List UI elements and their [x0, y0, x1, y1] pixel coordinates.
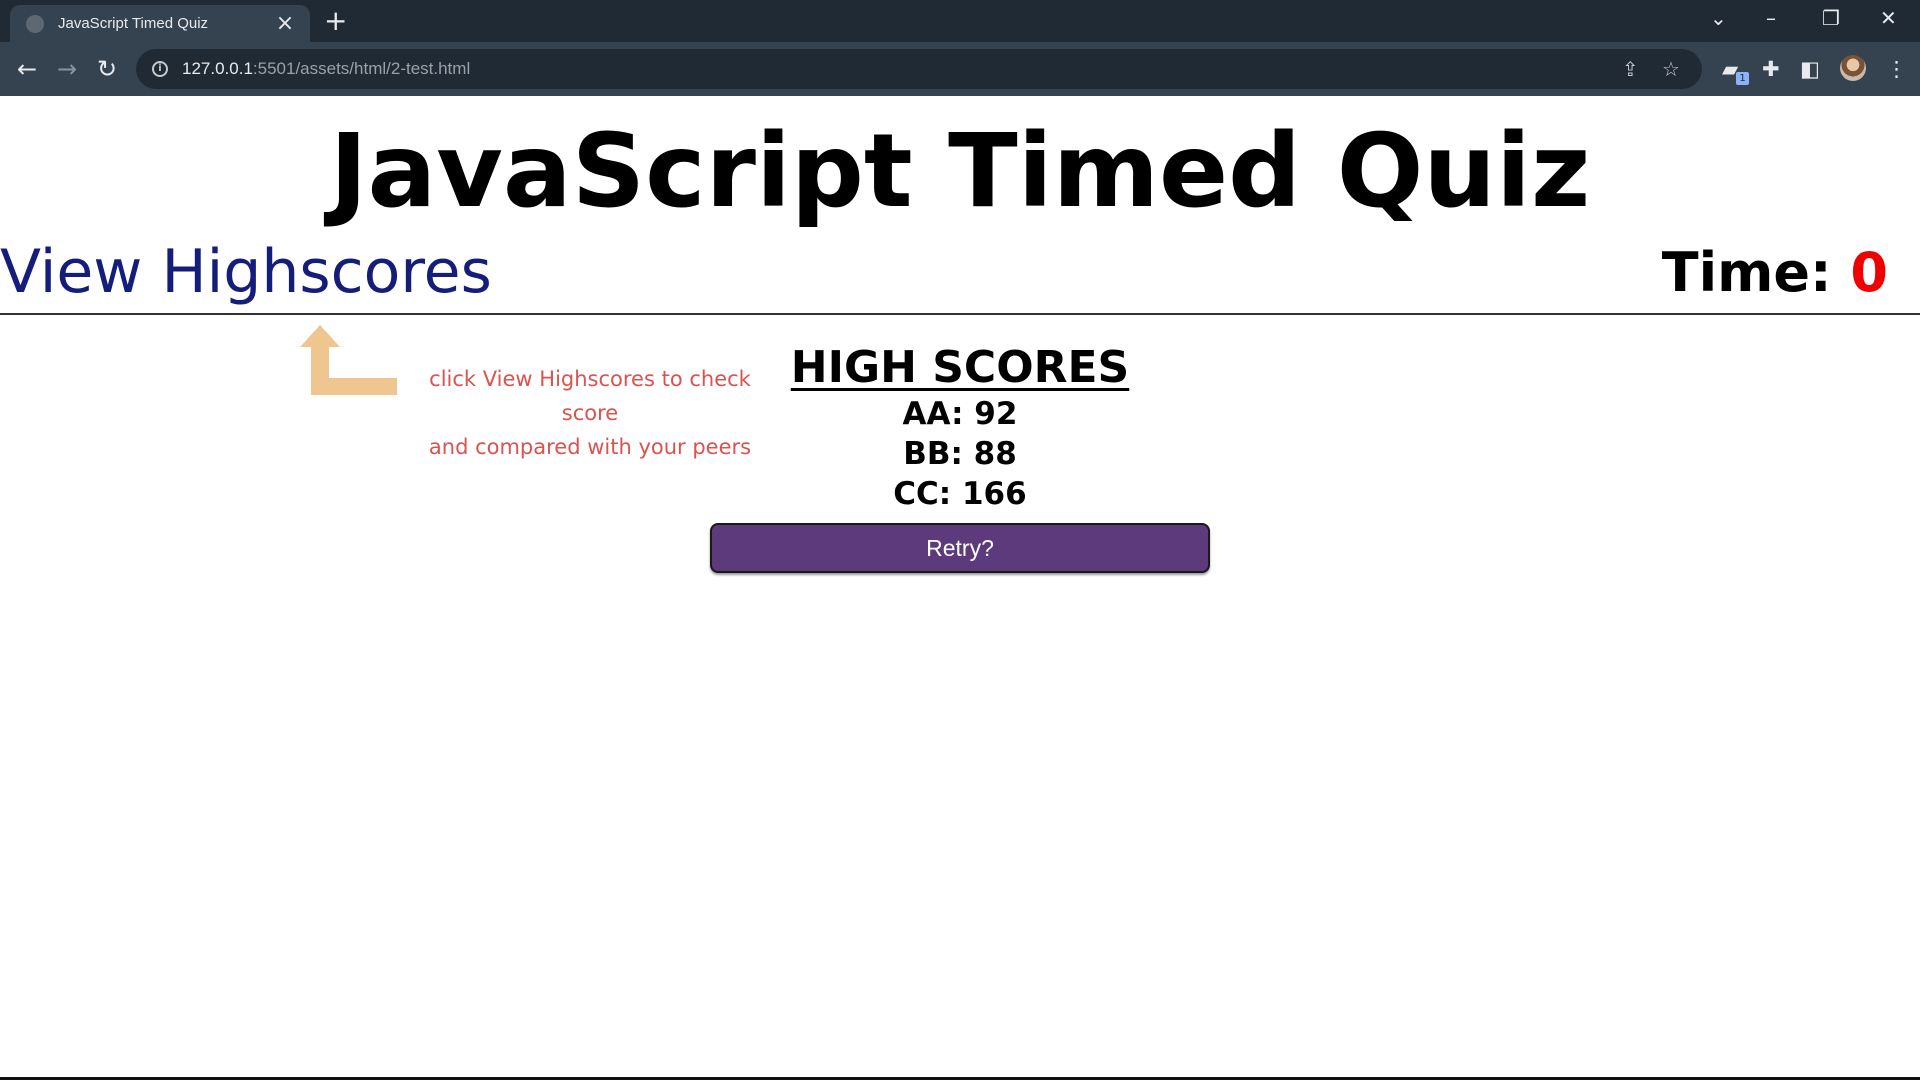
share-icon[interactable]: ⇪ [1622, 57, 1639, 81]
reload-button[interactable]: ↻ [91, 53, 123, 85]
minimize-button[interactable]: – [1766, 8, 1776, 28]
back-button[interactable]: ← [11, 53, 43, 85]
view-highscores-link[interactable]: View Highscores [0, 236, 492, 308]
tab-title: JavaScript Timed Quiz [58, 15, 209, 32]
retry-button[interactable]: Retry? [710, 523, 1210, 573]
extension-badge: 1 [1736, 72, 1749, 85]
browser-tab[interactable]: JavaScript Timed Quiz × [10, 5, 310, 42]
page-title: JavaScript Timed Quiz [329, 112, 1591, 231]
chevron-down-icon[interactable]: ⌄ [1710, 8, 1727, 28]
restore-button[interactable]: ❐ [1822, 8, 1840, 28]
forward-button[interactable]: → [51, 53, 83, 85]
header-divider [0, 313, 1920, 315]
score-item: BB: 88 [903, 436, 1017, 472]
score-item: CC: 166 [893, 476, 1027, 512]
score-item: AA: 92 [902, 396, 1018, 432]
url-text: 127.0.0.1:5501/assets/html/2-test.html [182, 59, 471, 78]
timer-label: Time: [1661, 241, 1832, 304]
address-bar[interactable]: i 127.0.0.1:5501/assets/html/2-test.html… [136, 49, 1702, 89]
info-icon[interactable]: i [152, 61, 168, 77]
side-panel-icon[interactable]: ◧ [1800, 56, 1820, 82]
new-tab-button[interactable]: + [324, 7, 347, 35]
browser-tab-bar: JavaScript Timed Quiz × + ⌄ – ❐ ✕ [0, 0, 1920, 42]
menu-icon[interactable]: ⋮ [1886, 56, 1907, 82]
star-icon[interactable]: ☆ [1662, 57, 1680, 81]
high-scores-title: HIGH SCORES [0, 340, 1920, 396]
close-icon[interactable]: × [274, 12, 296, 35]
puzzle-icon[interactable]: ✚ [1762, 56, 1780, 82]
score-list: AA: 92 BB: 88 CC: 166 [0, 394, 1920, 514]
timer-value: 0 [1850, 241, 1888, 304]
timer: Time: 0 [1662, 240, 1888, 306]
close-window-button[interactable]: ✕ [1880, 8, 1897, 28]
avatar[interactable] [1840, 55, 1866, 81]
globe-icon [26, 14, 44, 33]
high-scores-title-text: HIGH SCORES [790, 342, 1130, 393]
browser-toolbar: ← → ↻ i 127.0.0.1:5501/assets/html/2-tes… [0, 42, 1920, 96]
